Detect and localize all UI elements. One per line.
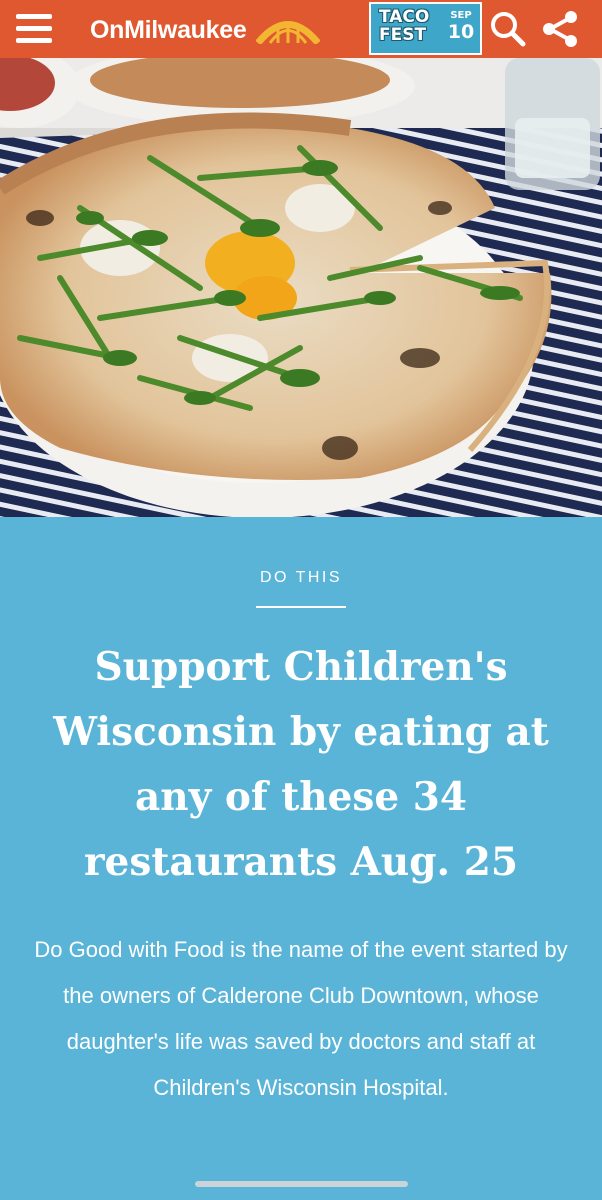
article-headline[interactable]: Support Children's Wisconsin by eating a… xyxy=(30,635,572,895)
site-logo[interactable]: OnMilwaukee xyxy=(90,14,321,46)
category-divider xyxy=(256,606,346,608)
brand-name: OnMilwaukee xyxy=(90,15,247,44)
hamburger-menu-icon[interactable] xyxy=(16,14,52,44)
hero-image xyxy=(0,58,602,517)
article-summary: Do Good with Food is the name of the eve… xyxy=(34,937,568,1100)
article-category[interactable]: DO THIS xyxy=(0,569,602,587)
article-card[interactable]: DO THIS Support Children's Wisconsin by … xyxy=(0,517,602,1200)
pizza-photo xyxy=(0,58,602,517)
search-icon[interactable] xyxy=(488,10,528,48)
promo-title: TACO FEST xyxy=(379,7,430,45)
share-icon[interactable] xyxy=(540,9,580,49)
site-header: OnMilwaukee TACO FEST SEP 10 xyxy=(0,0,602,58)
taco-fest-promo-badge[interactable]: TACO FEST SEP 10 xyxy=(369,2,482,55)
home-indicator[interactable] xyxy=(195,1181,408,1187)
arch-logo-icon xyxy=(256,21,321,44)
promo-day: 10 xyxy=(447,21,475,43)
